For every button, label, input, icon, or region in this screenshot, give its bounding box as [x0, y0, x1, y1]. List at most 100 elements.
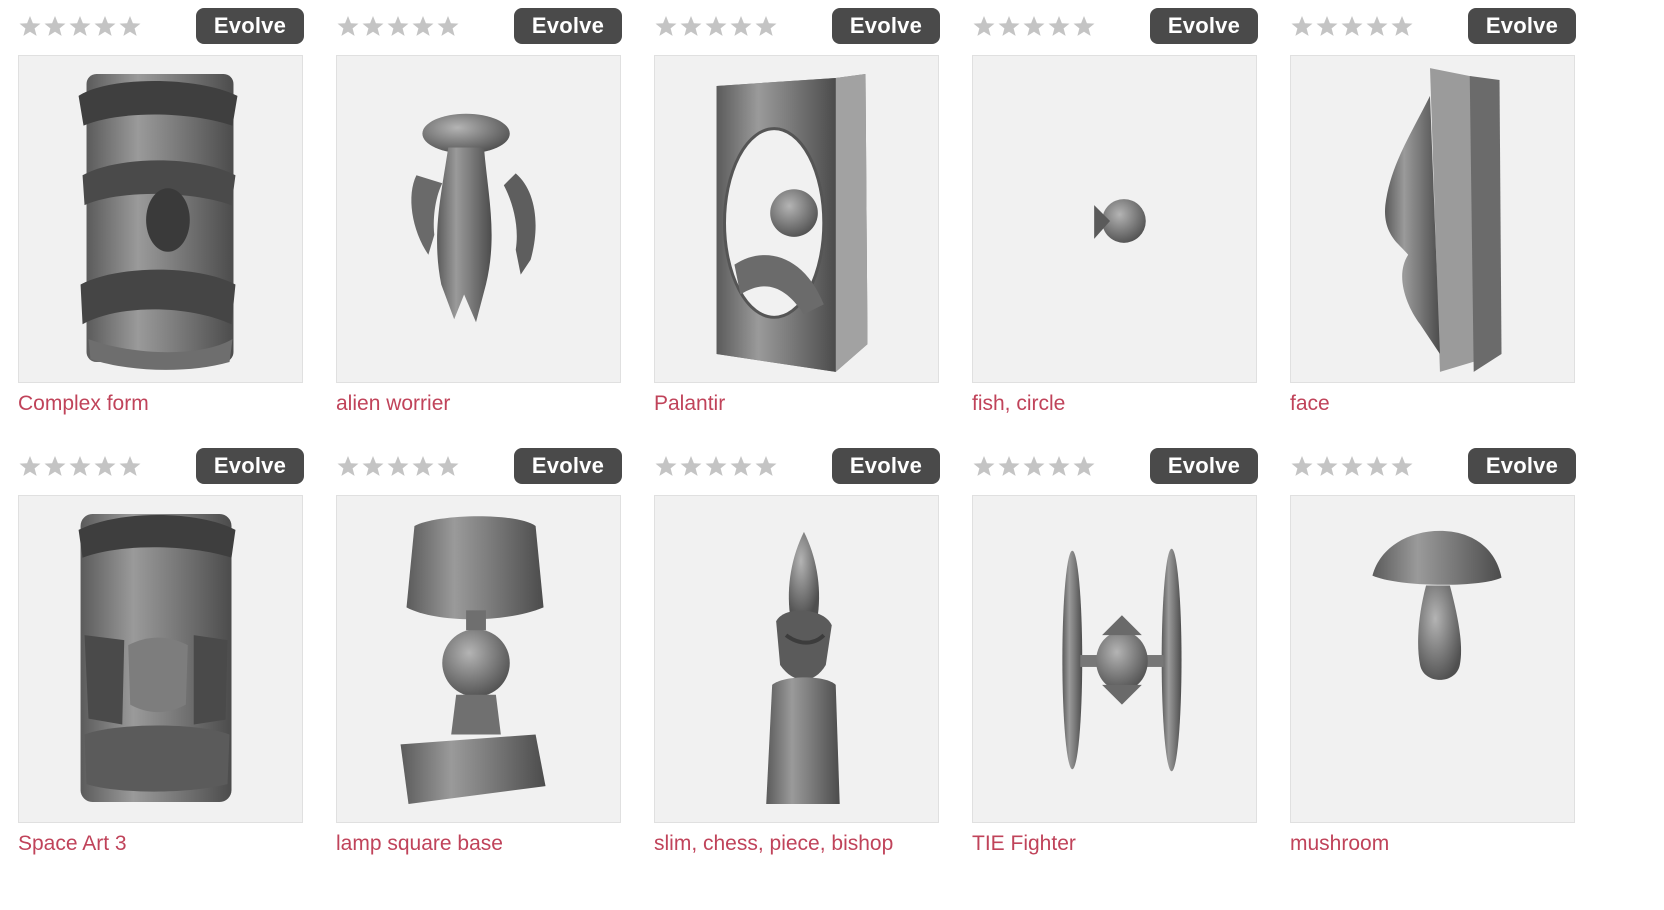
model-title-link[interactable]: face — [1290, 392, 1330, 416]
star-rating[interactable] — [18, 446, 142, 486]
star-icon[interactable] — [68, 452, 92, 480]
model-card: Evolve TIE Fighter — [954, 440, 1272, 880]
star-icon[interactable] — [997, 12, 1021, 40]
star-icon[interactable] — [754, 452, 778, 480]
star-icon[interactable] — [411, 452, 435, 480]
model-thumbnail[interactable] — [654, 55, 939, 383]
star-icon[interactable] — [654, 452, 678, 480]
star-icon[interactable] — [93, 12, 117, 40]
star-icon[interactable] — [18, 452, 42, 480]
model-title-link[interactable]: lamp square base — [336, 832, 503, 856]
star-icon[interactable] — [118, 452, 142, 480]
star-icon[interactable] — [1072, 452, 1096, 480]
evolve-button[interactable]: Evolve — [514, 448, 622, 484]
star-icon[interactable] — [386, 12, 410, 40]
model-title-link[interactable]: Space Art 3 — [18, 832, 127, 856]
star-icon[interactable] — [1365, 12, 1389, 40]
star-icon[interactable] — [1390, 452, 1414, 480]
star-icon[interactable] — [704, 452, 728, 480]
star-icon[interactable] — [729, 452, 753, 480]
evolve-button[interactable]: Evolve — [1468, 448, 1576, 484]
model-thumbnail[interactable] — [1290, 55, 1575, 383]
star-rating[interactable] — [1290, 446, 1414, 486]
star-icon[interactable] — [361, 452, 385, 480]
star-icon[interactable] — [1340, 452, 1364, 480]
star-icon[interactable] — [43, 12, 67, 40]
model-title-link[interactable]: alien worrier — [336, 392, 450, 416]
model-card: Evolve slim, chess, piece, bishop — [636, 440, 954, 880]
star-icon[interactable] — [1022, 452, 1046, 480]
star-icon[interactable] — [93, 452, 117, 480]
star-rating[interactable] — [1290, 6, 1414, 46]
model-thumbnail[interactable] — [336, 55, 621, 383]
star-rating[interactable] — [654, 446, 778, 486]
star-rating[interactable] — [972, 6, 1096, 46]
model-thumbnail[interactable] — [972, 495, 1257, 823]
star-icon[interactable] — [1290, 12, 1314, 40]
star-icon[interactable] — [68, 12, 92, 40]
star-icon[interactable] — [1022, 12, 1046, 40]
face-render — [1385, 68, 1502, 372]
mushroom-render — [1372, 530, 1502, 680]
model-thumbnail[interactable] — [654, 495, 939, 823]
model-card: Evolve face — [1272, 0, 1590, 440]
star-icon[interactable] — [972, 12, 996, 40]
evolve-button[interactable]: Evolve — [196, 448, 304, 484]
star-icon[interactable] — [1047, 12, 1071, 40]
star-rating[interactable] — [654, 6, 778, 46]
evolve-button[interactable]: Evolve — [514, 8, 622, 44]
evolve-button[interactable]: Evolve — [1150, 8, 1258, 44]
complex-form-render — [78, 74, 238, 370]
star-icon[interactable] — [336, 12, 360, 40]
evolve-button[interactable]: Evolve — [1150, 448, 1258, 484]
star-icon[interactable] — [1315, 12, 1339, 40]
star-icon[interactable] — [1290, 452, 1314, 480]
star-icon[interactable] — [43, 452, 67, 480]
evolve-button[interactable]: Evolve — [196, 8, 304, 44]
palantir-render — [716, 74, 868, 372]
model-thumbnail[interactable] — [18, 495, 303, 823]
star-icon[interactable] — [411, 12, 435, 40]
star-icon[interactable] — [729, 12, 753, 40]
star-icon[interactable] — [1365, 452, 1389, 480]
model-title-link[interactable]: fish, circle — [972, 392, 1065, 416]
star-icon[interactable] — [18, 12, 42, 40]
star-icon[interactable] — [1390, 12, 1414, 40]
model-thumbnail[interactable] — [1290, 495, 1575, 823]
star-icon[interactable] — [679, 452, 703, 480]
star-icon[interactable] — [1072, 12, 1096, 40]
lamp-render — [400, 516, 546, 804]
star-rating[interactable] — [18, 6, 142, 46]
model-title-link[interactable]: Palantir — [654, 392, 725, 416]
star-rating[interactable] — [336, 6, 460, 46]
star-icon[interactable] — [1315, 452, 1339, 480]
star-icon[interactable] — [997, 452, 1021, 480]
star-icon[interactable] — [679, 12, 703, 40]
model-title-link[interactable]: mushroom — [1290, 832, 1389, 856]
star-icon[interactable] — [972, 452, 996, 480]
evolve-button[interactable]: Evolve — [1468, 8, 1576, 44]
evolve-button[interactable]: Evolve — [832, 448, 940, 484]
star-icon[interactable] — [336, 452, 360, 480]
star-icon[interactable] — [436, 452, 460, 480]
star-icon[interactable] — [1340, 12, 1364, 40]
model-thumbnail[interactable] — [972, 55, 1257, 383]
star-icon[interactable] — [118, 12, 142, 40]
star-icon[interactable] — [704, 12, 728, 40]
model-thumbnail[interactable] — [18, 55, 303, 383]
star-icon[interactable] — [654, 12, 678, 40]
model-thumbnail[interactable] — [336, 495, 621, 823]
model-title-link[interactable]: Complex form — [18, 392, 149, 416]
evolve-button[interactable]: Evolve — [832, 8, 940, 44]
model-title-link[interactable]: TIE Fighter — [972, 832, 1076, 856]
star-rating[interactable] — [972, 446, 1096, 486]
model-title-link[interactable]: slim, chess, piece, bishop — [654, 832, 893, 856]
model-card: Evolve fish, circle — [954, 0, 1272, 440]
star-rating[interactable] — [336, 446, 460, 486]
star-icon[interactable] — [1047, 452, 1071, 480]
star-icon[interactable] — [386, 452, 410, 480]
star-icon[interactable] — [436, 12, 460, 40]
star-icon[interactable] — [361, 12, 385, 40]
alien-worrier-render — [411, 113, 536, 323]
star-icon[interactable] — [754, 12, 778, 40]
